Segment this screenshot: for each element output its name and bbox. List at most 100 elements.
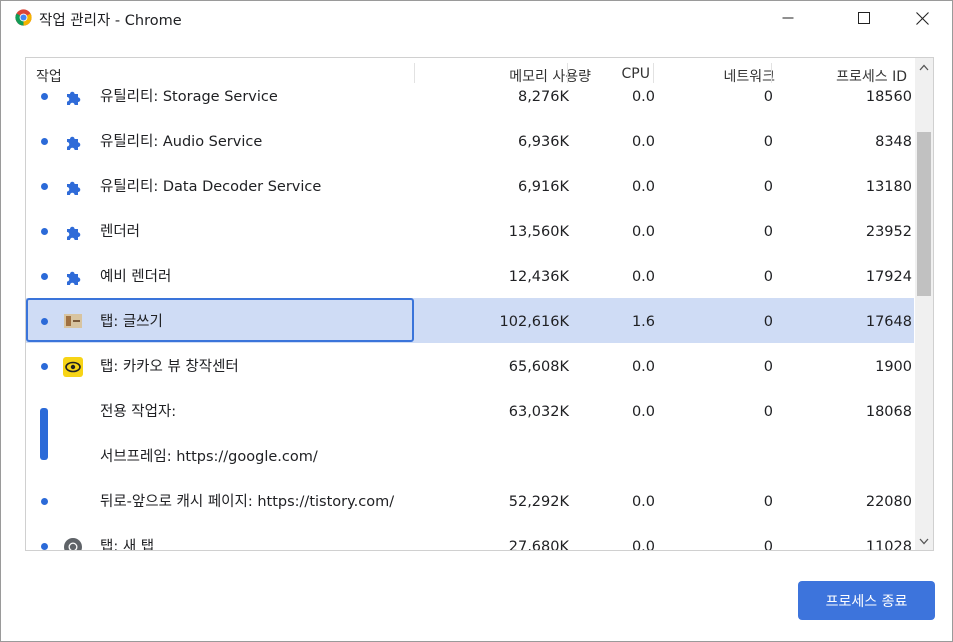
row-indicator-dot [41,498,48,505]
cpu-value: 0.0 [631,134,655,150]
kakao-view-icon [63,357,83,377]
task-name: 유틸리티: Data Decoder Service [100,179,322,195]
process-id-value: 13180 [865,179,912,195]
process-id-value: 11028 [865,539,912,550]
row-indicator-dot [41,183,48,190]
network-value: 0 [763,494,773,510]
minimize-button[interactable] [765,1,811,35]
task-manager-window: 작업 관리자 - Chrome 작업 메모리 사용량 CPU 네트워크 프로세스… [0,0,953,642]
end-process-button[interactable]: 프로세스 종료 [798,581,935,620]
task-name: 탭: 새 탭 [100,539,155,550]
table-row[interactable]: 서브프레임: https://google.com/ [26,448,914,493]
row-indicator-dot [41,228,48,235]
extension-puzzle-icon [67,271,81,285]
task-name: 유틸리티: Audio Service [100,134,263,150]
scroll-down-button[interactable] [915,532,933,550]
extension-puzzle-icon [67,91,81,105]
column-divider[interactable] [653,63,654,83]
network-value: 0 [763,224,773,240]
column-divider[interactable] [567,63,568,83]
column-divider[interactable] [414,63,415,83]
scrollbar-thumb[interactable] [917,132,931,296]
row-indicator-dot [41,363,48,370]
chrome-logo-icon [15,9,32,26]
task-name: 유틸리티: Storage Service [100,89,278,105]
scroll-up-button[interactable] [915,58,933,76]
column-header-process-id[interactable]: 프로세스 ID [836,66,907,86]
table-row[interactable]: 유틸리티: Data Decoder Service 6,916K 0.0 0 … [26,178,914,223]
extension-puzzle-icon [67,181,81,195]
table-row[interactable]: 전용 작업자: 63,032K 0.0 0 18068 [26,403,914,448]
task-name: 뒤로-앞으로 캐시 페이지: https://tistory.com/ [100,494,395,510]
process-id-value: 18560 [865,89,912,105]
memory-value: 12,436K [508,269,569,285]
network-value: 0 [763,404,773,420]
maximize-button[interactable] [841,1,887,35]
close-button[interactable] [899,1,945,35]
table-row[interactable]: 뒤로-앞으로 캐시 페이지: https://tistory.com/ 52,2… [26,493,914,538]
memory-value: 102,616K [499,314,569,330]
cpu-value: 0.0 [631,269,655,285]
cpu-value: 1.6 [631,314,655,330]
row-indicator-dot [41,318,48,325]
network-value: 0 [763,314,773,330]
task-name: 서브프레임: https://google.com/ [100,449,318,465]
table-row[interactable]: 유틸리티: Audio Service 6,936K 0.0 0 8348 [26,133,914,178]
cpu-value: 0.0 [631,179,655,195]
table-body: 유틸리티: Storage Service 8,276K 0.0 0 18560… [26,88,914,550]
title-bar[interactable]: 작업 관리자 - Chrome [1,1,952,35]
row-indicator-dot [41,543,48,550]
process-id-value: 1900 [875,359,912,375]
table-row[interactable]: 유틸리티: Storage Service 8,276K 0.0 0 18560 [26,88,914,133]
task-name: 예비 렌더러 [100,269,172,285]
memory-value: 65,608K [508,359,569,375]
extension-puzzle-icon [67,226,81,240]
task-name: 렌더러 [100,224,141,240]
memory-value: 8,276K [517,89,569,105]
process-table: 작업 메모리 사용량 CPU 네트워크 프로세스 ID 유틸리티: Storag… [25,57,934,551]
cpu-value: 0.0 [631,359,655,375]
vertical-scrollbar[interactable] [915,58,933,550]
chevron-up-icon [919,64,929,70]
column-header-cpu[interactable]: CPU [622,66,650,82]
table-row[interactable]: 렌더러 13,560K 0.0 0 23952 [26,223,914,268]
column-divider[interactable] [771,63,772,83]
column-header-task[interactable]: 작업 [36,66,62,86]
table-row[interactable]: 탭: 카카오 뷰 창작센터 65,608K 0.0 0 1900 [26,357,914,403]
row-indicator-dot [41,93,48,100]
process-id-value: 22080 [865,494,912,510]
network-value: 0 [763,359,773,375]
network-value: 0 [763,179,773,195]
process-id-value: 18068 [865,404,912,420]
maximize-icon [858,12,870,24]
selection-focus-ring [26,298,414,342]
task-name: 탭: 글쓰기 [100,314,163,330]
extension-puzzle-icon [67,136,81,150]
column-header-network[interactable]: 네트워크 [723,66,775,86]
cpu-value: 0.0 [631,539,655,550]
memory-value: 52,292K [508,494,569,510]
cpu-value: 0.0 [631,404,655,420]
memory-value: 6,916K [517,179,569,195]
chrome-tab-icon [64,538,82,550]
process-id-value: 23952 [865,224,912,240]
memory-value: 6,936K [517,134,569,150]
process-id-value: 17924 [865,269,912,285]
task-name: 탭: 카카오 뷰 창작센터 [100,359,239,375]
table-row[interactable]: 탭: 새 탭 27,680K 0.0 0 11028 [26,538,914,550]
window-title: 작업 관리자 - Chrome [39,13,182,29]
row-indicator-dot [41,273,48,280]
task-name: 전용 작업자: [100,404,177,420]
table-row-selected[interactable]: 탭: 글쓰기 102,616K 1.6 0 17648 [26,298,914,343]
table-header: 작업 메모리 사용량 CPU 네트워크 프로세스 ID [26,58,914,88]
process-id-value: 8348 [875,134,912,150]
column-header-memory[interactable]: 메모리 사용량 [509,66,591,86]
memory-value: 63,032K [508,404,569,420]
chevron-down-icon [919,538,929,544]
network-value: 0 [763,539,773,550]
cpu-value: 0.0 [631,89,655,105]
network-value: 0 [763,89,773,105]
minimize-icon [782,17,794,19]
row-indicator-dot [41,138,48,145]
tistory-tab-icon [64,314,82,328]
